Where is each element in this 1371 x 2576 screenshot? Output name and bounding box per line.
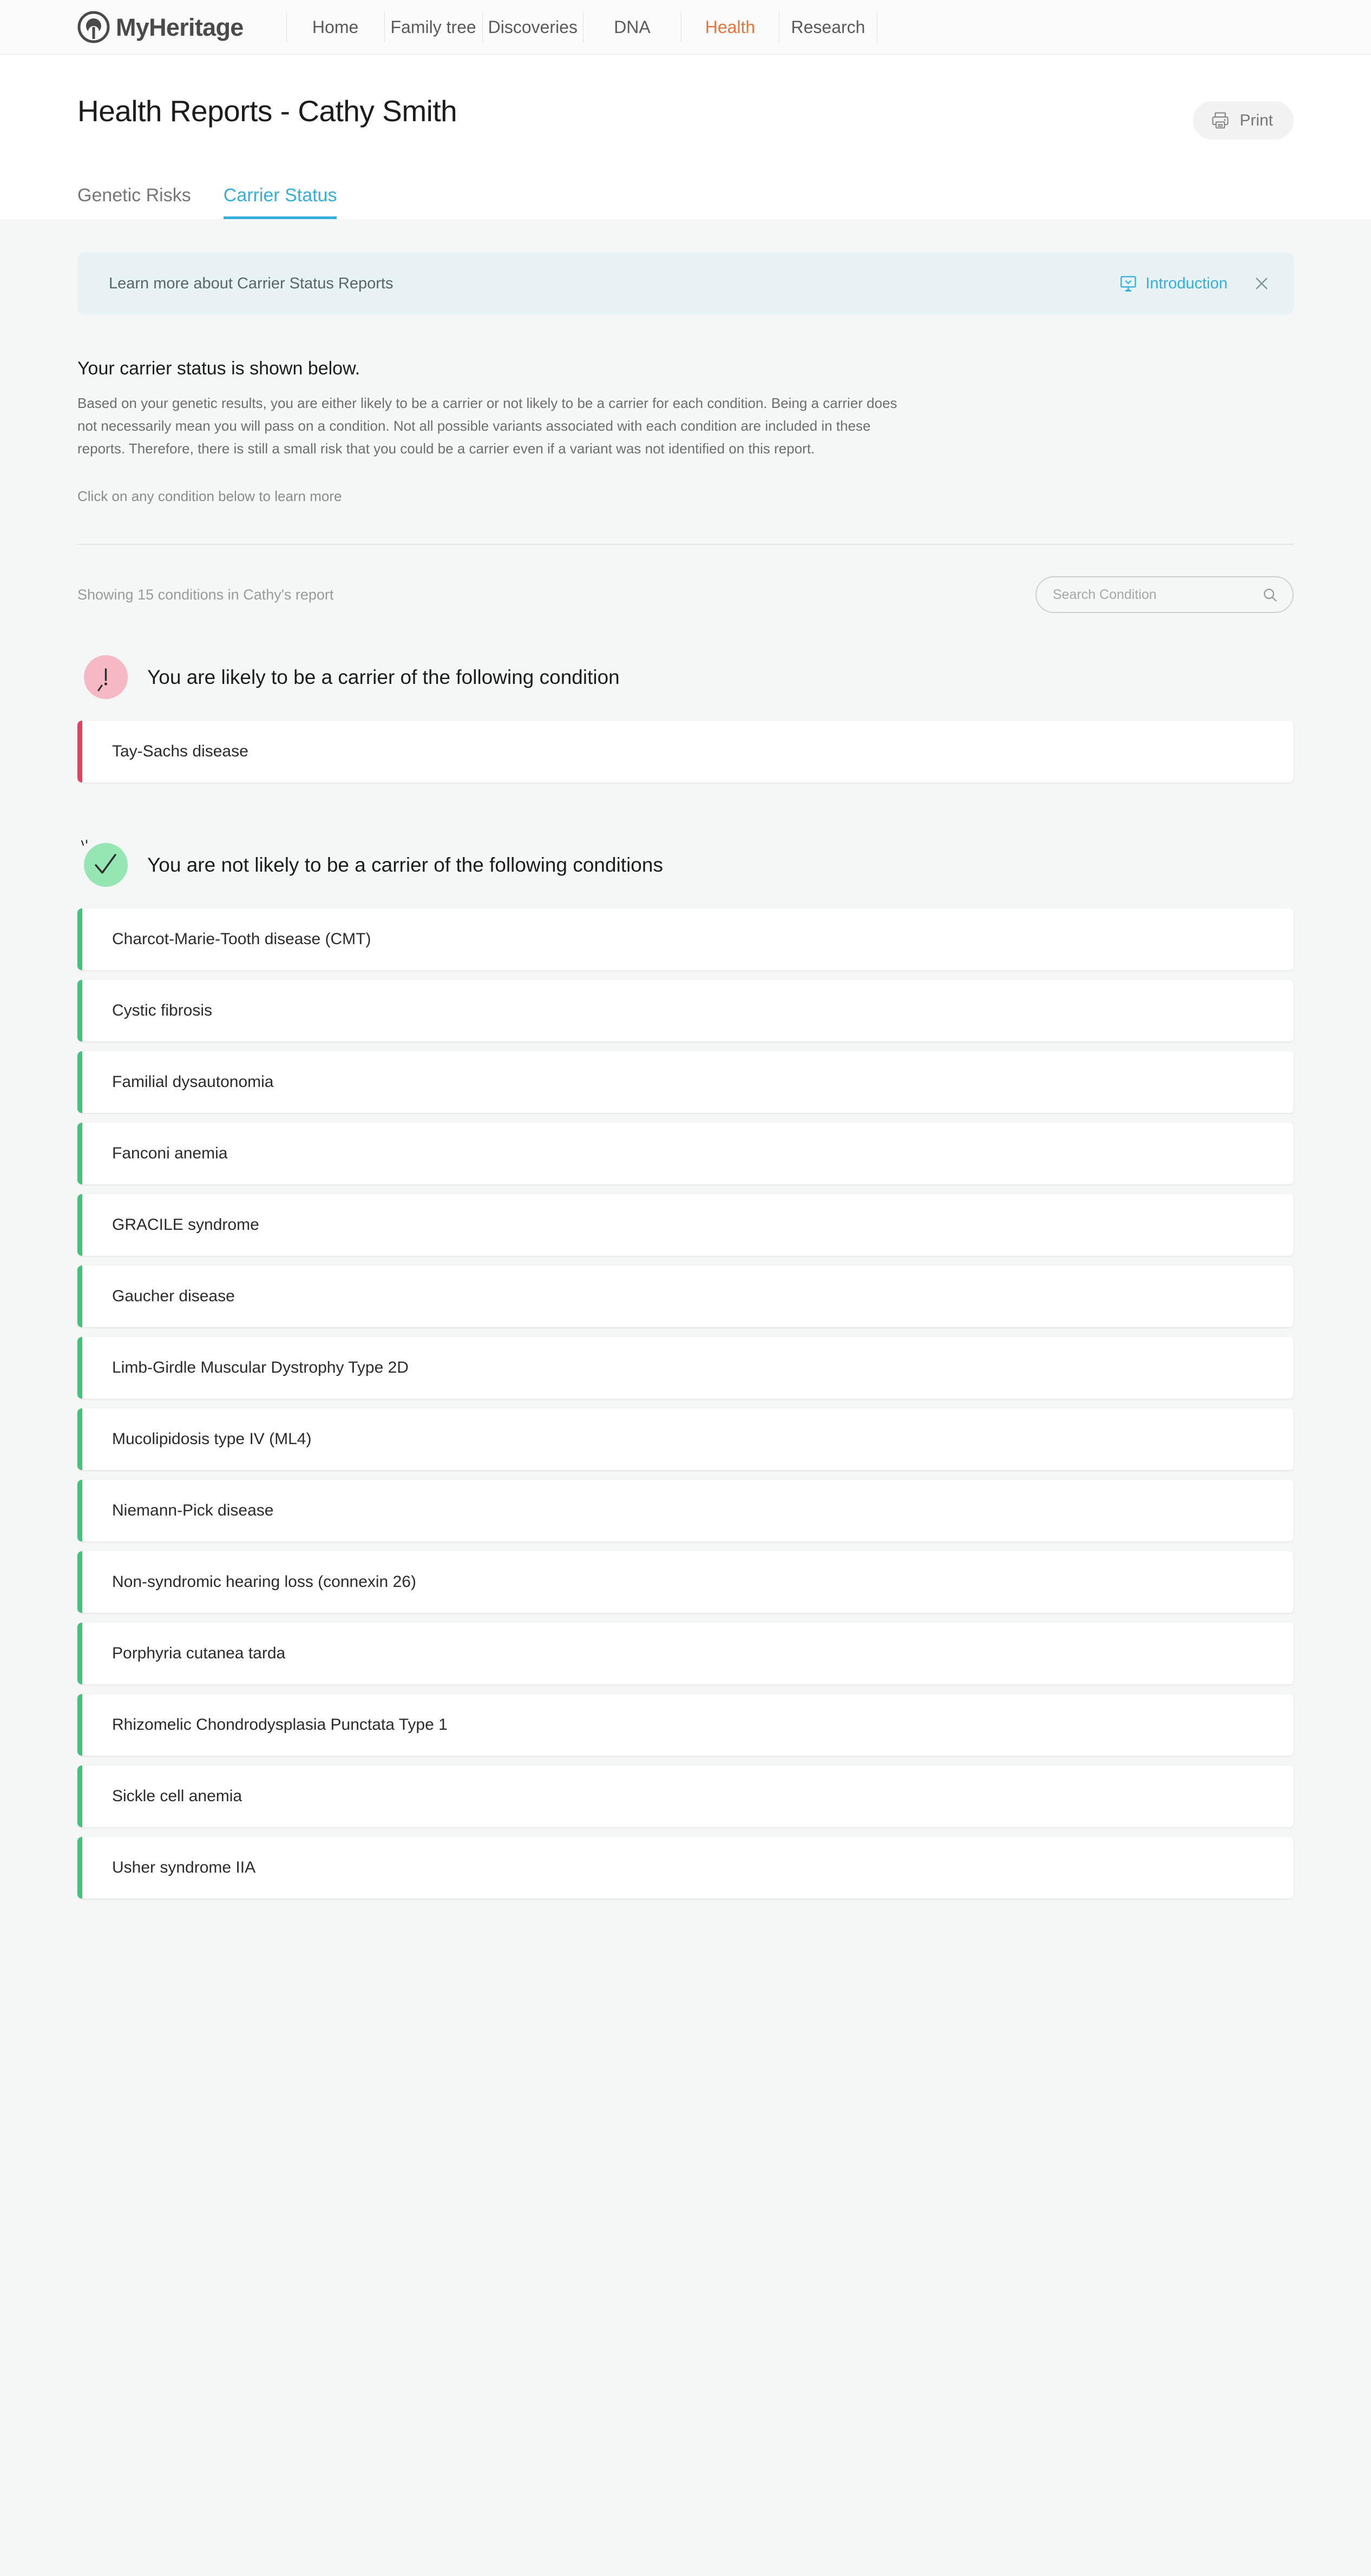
page-header: Health Reports - Cathy Smith Print Genet… [0, 55, 1371, 219]
print-button-label: Print [1239, 111, 1273, 129]
condition-card[interactable]: Tay-Sachs disease [77, 721, 1294, 783]
condition-name: Porphyria cutanea tarda [112, 1644, 286, 1663]
condition-name: Non-syndromic hearing loss (connexin 26) [112, 1573, 416, 1591]
bottom-spacer [77, 1908, 1294, 1953]
carrier-condition-list: Tay-Sachs disease [77, 721, 1294, 783]
condition-card[interactable]: Usher syndrome IIA [77, 1837, 1294, 1899]
condition-name: Rhizomelic Chondrodysplasia Punctata Typ… [112, 1716, 448, 1734]
introduction-link[interactable]: Introduction [1119, 274, 1228, 293]
condition-card[interactable]: Sickle cell anemia [77, 1765, 1294, 1828]
carrier-section: You are likely to be a carrier of the fo… [77, 655, 1294, 783]
condition-name: Cystic fibrosis [112, 1002, 213, 1020]
condition-name: Familial dysautonomia [112, 1073, 274, 1091]
list-toolbar: Showing 15 conditions in Cathy's report [77, 576, 1294, 614]
condition-card[interactable]: Limb-Girdle Muscular Dystrophy Type 2D [77, 1337, 1294, 1399]
myheritage-tree-logo-icon [77, 11, 110, 43]
search-condition-box[interactable] [1035, 576, 1294, 614]
condition-card[interactable]: Charcot-Marie-Tooth disease (CMT) [77, 908, 1294, 971]
nav-item-discoveries[interactable]: Discoveries [483, 17, 583, 37]
intro-paragraph: Based on your genetic results, you are e… [77, 395, 897, 457]
status-badge-alert [84, 655, 128, 700]
condition-card[interactable]: GRACILE syndrome [77, 1194, 1294, 1256]
tab-carrier-status[interactable]: Carrier Status [223, 186, 337, 219]
condition-name: Usher syndrome IIA [112, 1859, 256, 1877]
search-icon[interactable] [1262, 587, 1278, 603]
exclamation-icon [97, 668, 108, 691]
nav-item-research[interactable]: Research [779, 17, 877, 37]
report-tabs: Genetic Risks Carrier Status [77, 186, 1294, 219]
condition-card[interactable]: Mucolipidosis type IV (ML4) [77, 1408, 1294, 1471]
condition-name: Tay-Sachs disease [112, 742, 248, 761]
non-carrier-section: You are not likely to be a carrier of th… [77, 840, 1294, 1899]
non-carrier-section-header: You are not likely to be a carrier of th… [77, 840, 1294, 887]
condition-card[interactable]: Rhizomelic Chondrodysplasia Punctata Typ… [77, 1694, 1294, 1756]
condition-card[interactable]: Niemann-Pick disease [77, 1480, 1294, 1542]
nav-item-dna[interactable]: DNA [583, 17, 681, 37]
non-carrier-section-title: You are not likely to be a carrier of th… [147, 854, 663, 877]
condition-name: Mucolipidosis type IV (ML4) [112, 1430, 312, 1448]
condition-name: Gaucher disease [112, 1287, 235, 1306]
search-input[interactable] [1053, 587, 1262, 603]
presentation-board-icon [1120, 275, 1137, 292]
condition-name: Sickle cell anemia [112, 1787, 242, 1806]
tab-genetic-risks[interactable]: Genetic Risks [77, 186, 191, 219]
nav-item-health[interactable]: Health [681, 17, 779, 37]
condition-card[interactable]: Gaucher disease [77, 1266, 1294, 1328]
carrier-section-title: You are likely to be a carrier of the fo… [147, 666, 620, 689]
nav-item-home[interactable]: Home [287, 17, 384, 37]
banner-text: Learn more about Carrier Status Reports [109, 274, 393, 292]
section-divider [77, 544, 1294, 545]
condition-card[interactable]: Non-syndromic hearing loss (connexin 26) [77, 1551, 1294, 1613]
status-badge-ok [81, 840, 128, 887]
print-button[interactable]: Print [1193, 101, 1294, 140]
condition-card[interactable]: Familial dysautonomia [77, 1051, 1294, 1114]
showing-count: Showing 15 conditions in Cathy's report [77, 586, 334, 603]
top-navigation-bar: MyHeritage Home Family tree Discoveries … [0, 0, 1371, 55]
condition-name: GRACILE syndrome [112, 1216, 259, 1234]
introduction-link-label: Introduction [1145, 274, 1228, 292]
click-hint: Click on any condition below to learn mo… [77, 488, 342, 505]
intro-lead: Your carrier status is shown below. [77, 358, 360, 379]
page-title: Health Reports - Cathy Smith [77, 94, 457, 128]
condition-card[interactable]: Cystic fibrosis [77, 980, 1294, 1042]
main-content: Learn more about Carrier Status Reports … [0, 252, 1371, 1953]
printer-icon [1212, 112, 1229, 129]
condition-name: Charcot-Marie-Tooth disease (CMT) [112, 930, 371, 948]
condition-name: Limb-Girdle Muscular Dystrophy Type 2D [112, 1359, 409, 1377]
condition-card[interactable]: Fanconi anemia [77, 1123, 1294, 1185]
non-carrier-condition-list: Charcot-Marie-Tooth disease (CMT) Cystic… [77, 908, 1294, 1899]
carrier-section-header: You are likely to be a carrier of the fo… [77, 655, 1294, 700]
brand-name: MyHeritage [116, 13, 244, 41]
condition-card[interactable]: Porphyria cutanea tarda [77, 1623, 1294, 1685]
sparkle-icon [81, 840, 88, 846]
myheritage-logo[interactable]: MyHeritage [77, 11, 244, 43]
nav-item-family-tree[interactable]: Family tree [385, 17, 482, 37]
introduction-banner: Learn more about Carrier Status Reports … [77, 252, 1294, 315]
condition-name: Niemann-Pick disease [112, 1501, 274, 1520]
condition-name: Fanconi anemia [112, 1144, 228, 1163]
close-icon[interactable] [1252, 274, 1271, 293]
